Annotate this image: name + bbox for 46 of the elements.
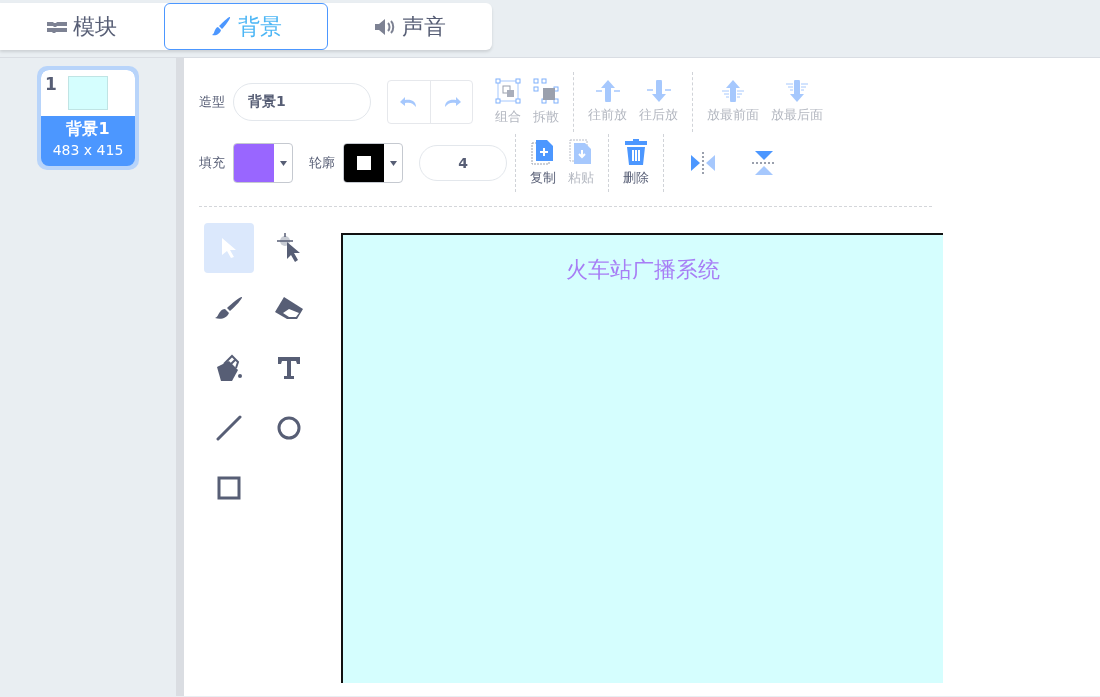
- costume-label: 造型: [199, 93, 225, 112]
- flip-vertical-icon: [752, 150, 776, 176]
- group-icon: [495, 77, 521, 104]
- fill-label: 填充: [199, 154, 225, 173]
- blocks-icon: [47, 19, 67, 34]
- caret-icon: [279, 160, 287, 166]
- paintbrush-icon: [214, 295, 244, 321]
- eraser-icon: [274, 296, 304, 320]
- paint-bucket-icon: [215, 354, 243, 382]
- arrow-pointer-icon: [220, 237, 238, 259]
- arrow-up-icon: [719, 79, 747, 102]
- speaker-icon: [374, 17, 396, 36]
- costume-size: 483 x 415: [51, 141, 125, 160]
- flip-horizontal-icon: [690, 152, 716, 174]
- redo-icon: [442, 96, 461, 108]
- canvas-text: 火车站广播系统: [566, 256, 720, 283]
- costume-tile[interactable]: 1 背景1 483 x 415: [37, 66, 139, 170]
- arrow-down-icon: [644, 79, 673, 102]
- delete-button[interactable]: 删除: [617, 138, 655, 188]
- arrow-up-icon: [593, 79, 622, 102]
- costume-number: 1: [45, 73, 57, 96]
- tab[interactable]: 背景: [164, 3, 328, 50]
- square-icon: [217, 476, 241, 500]
- costume-name: 背景1: [65, 118, 111, 140]
- line-icon: [216, 415, 242, 441]
- outline-label: 轮廓: [309, 154, 335, 173]
- costume-name-field[interactable]: 背景1: [233, 83, 371, 121]
- outline-width-field[interactable]: 4: [419, 145, 507, 181]
- copy-button[interactable]: 复制: [524, 138, 562, 188]
- outline-color-picker[interactable]: [343, 143, 403, 183]
- arrow-down-icon: [783, 79, 811, 102]
- tab[interactable]: 声音: [328, 3, 492, 50]
- paintbrush-icon: [210, 15, 232, 38]
- reshape-pointer-icon: [276, 233, 302, 263]
- paste-icon: [569, 138, 593, 165]
- circle-icon: [277, 416, 301, 440]
- ungroup-icon: [533, 77, 559, 104]
- undo-icon: [400, 96, 418, 108]
- text-icon: [277, 356, 301, 380]
- trash-icon: [624, 138, 648, 165]
- drawing-canvas[interactable]: 火车站广播系统: [341, 233, 943, 683]
- caret-icon: [389, 160, 397, 166]
- tab[interactable]: 模块: [0, 3, 164, 50]
- copy-icon: [531, 138, 555, 165]
- thumbnail: [68, 76, 108, 110]
- fill-color-picker[interactable]: [233, 143, 293, 183]
